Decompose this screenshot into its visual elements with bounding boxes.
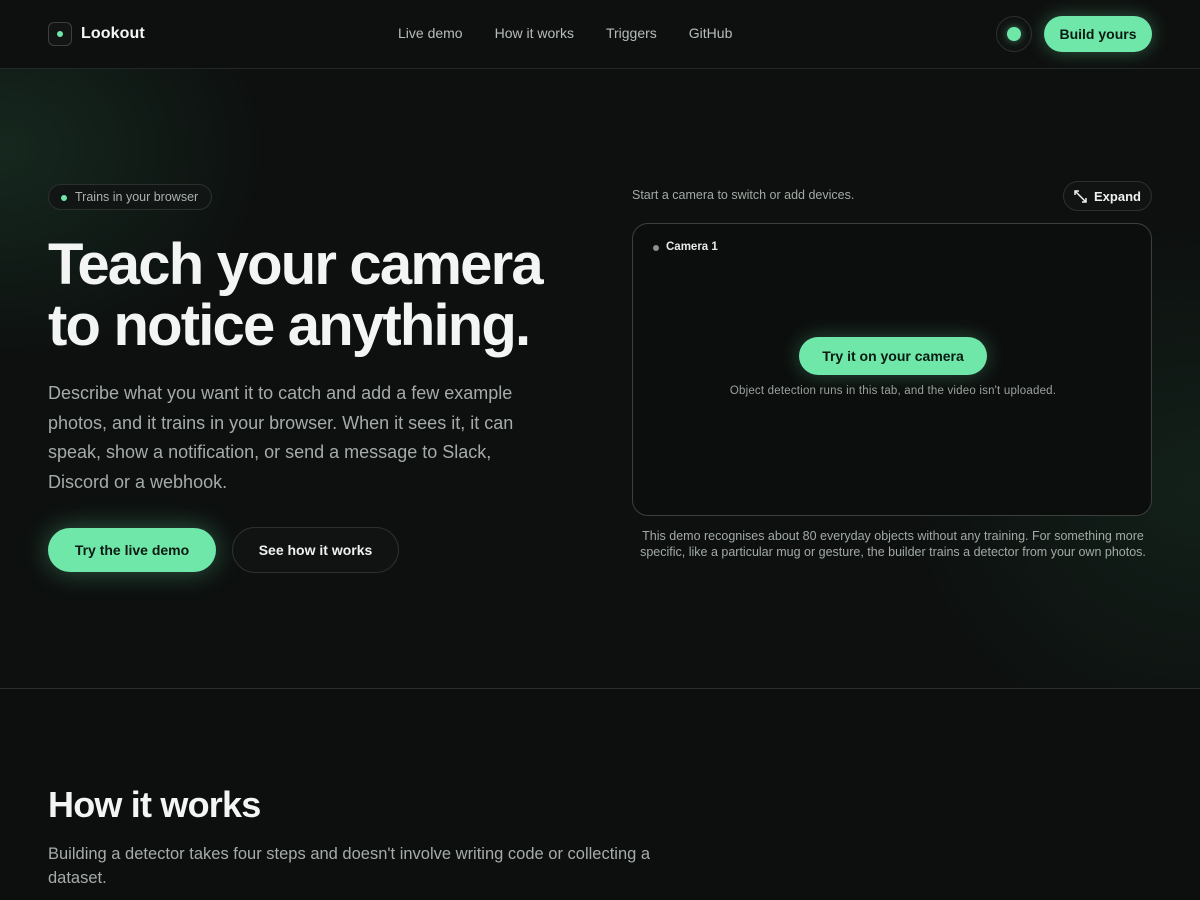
status-dot-icon <box>1007 27 1021 41</box>
try-on-camera-button[interactable]: Try it on your camera <box>799 337 987 375</box>
build-yours-button[interactable]: Build yours <box>1044 16 1152 52</box>
expand-button[interactable]: Expand <box>1063 181 1152 211</box>
demo-caption: This demo recognises about 80 everyday o… <box>640 529 1146 559</box>
hero-section: Trains in your browser Teach your camera… <box>0 69 1200 689</box>
expand-label: Expand <box>1094 188 1141 204</box>
how-it-works-subtitle: Building a detector takes four steps and… <box>48 845 651 887</box>
camera-preview: Camera 1 Try it on your camera Object de… <box>632 223 1152 516</box>
nav-link-triggers[interactable]: Triggers <box>606 25 657 41</box>
nav-link-how-it-works[interactable]: How it works <box>495 25 574 41</box>
nav-link-github[interactable]: GitHub <box>689 25 733 41</box>
nav-link-live-demo[interactable]: Live demo <box>398 25 463 41</box>
brand-mark-icon <box>48 22 72 46</box>
expand-icon <box>1074 189 1087 203</box>
camera-label: Camera 1 <box>653 241 718 253</box>
see-how-it-works-button[interactable]: See how it works <box>232 527 399 573</box>
camera-hint-text: Start a camera to switch or add devices. <box>632 188 855 202</box>
brand-logo[interactable]: Lookout <box>48 22 145 46</box>
headline-line-1: Teach your camera <box>48 232 544 297</box>
brand-name: Lookout <box>81 25 145 42</box>
top-navigation-bar: Lookout Live demo How it works Triggers … <box>0 0 1200 69</box>
trains-in-browser-badge: Trains in your browser <box>48 184 213 210</box>
try-live-demo-button[interactable]: Try the live demo <box>48 528 216 572</box>
status-toggle-button[interactable] <box>996 16 1032 52</box>
headline-line-2: to notice anything. <box>48 293 531 358</box>
hero-description: Describe what you want it to catch and a… <box>48 383 514 492</box>
privacy-note: Object detection runs in this tab, and t… <box>729 385 1057 397</box>
how-it-works-heading: How it works <box>48 784 261 825</box>
main-nav: Live demo How it works Triggers GitHub <box>398 25 732 41</box>
hero-headline: Teach your camera to notice anything. <box>48 234 608 356</box>
